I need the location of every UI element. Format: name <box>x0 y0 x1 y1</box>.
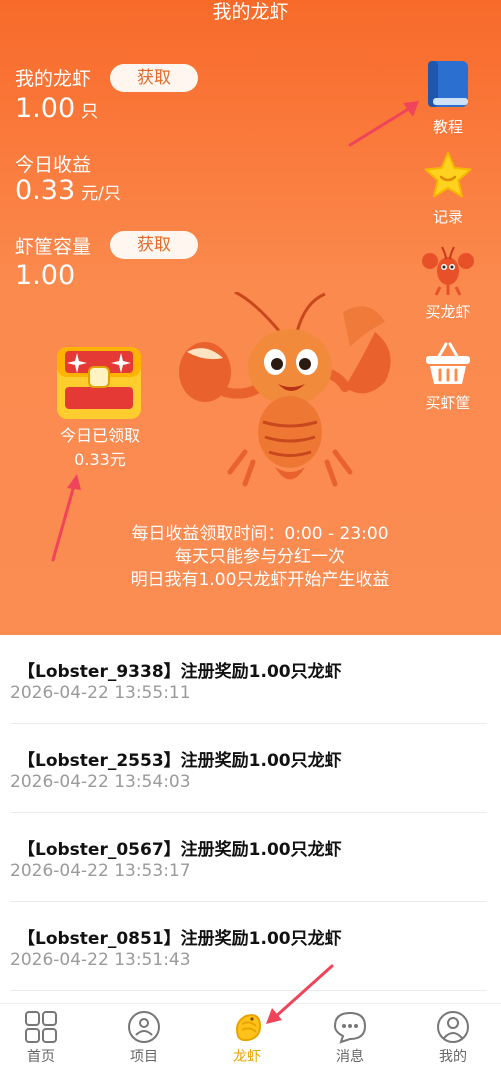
list-item-title: 【Lobster_2553】注册奖励1.00只龙虾 <box>18 751 342 771</box>
capacity-label: 虾筐容量 <box>15 236 92 258</box>
tutorial-button[interactable]: 教程 <box>418 58 478 137</box>
tab-home[interactable]: 首页 <box>6 1010 76 1066</box>
records-label: 记录 <box>432 208 463 226</box>
info-claim-time: 每日收益领取时间：0:00 - 23:00 <box>131 524 389 544</box>
get-basket-button[interactable]: 获取 <box>110 231 198 259</box>
buy-lobster-label: 买龙虾 <box>425 303 471 321</box>
annotation-arrow-tab <box>266 964 334 1024</box>
tab-projects[interactable]: 项目 <box>109 1010 179 1066</box>
list-item-title: 【Lobster_0851】注册奖励1.00只龙虾 <box>18 929 342 949</box>
list-item[interactable]: 【Lobster_2553】注册奖励1.00只龙虾 2026-04-22 13:… <box>10 724 487 813</box>
tab-mine[interactable]: 我的 <box>418 1010 488 1066</box>
list-item-time: 2026-04-22 13:53:17 <box>10 861 191 881</box>
get-lobster-button[interactable]: 获取 <box>110 64 198 92</box>
records-button[interactable]: 记录 <box>418 150 478 227</box>
page-title: 我的龙虾 <box>212 1 289 23</box>
list-item-time: 2026-04-22 13:54:03 <box>10 772 191 792</box>
capacity-value: 1.00 <box>15 260 76 291</box>
grid-icon <box>25 1011 57 1043</box>
list-item-title: 【Lobster_0567】注册奖励1.00只龙虾 <box>18 840 342 860</box>
today-income-value: 0.33 元/只 <box>15 175 121 206</box>
user-icon <box>437 1011 469 1043</box>
star-icon <box>424 152 472 198</box>
info-tomorrow: 明日我有1.00只龙虾开始产生收益 <box>130 570 390 590</box>
book-icon <box>428 61 468 107</box>
my-lobster-label: 我的龙虾 <box>15 68 92 90</box>
info-once-per-day: 每天只能参与分红一次 <box>175 547 345 567</box>
list-item-time: 2026-04-22 13:51:43 <box>10 950 191 970</box>
tab-mine-label: 我的 <box>439 1049 467 1065</box>
buy-basket-label: 买虾筐 <box>425 394 471 412</box>
claimed-today-text: 今日已领取 <box>59 426 140 445</box>
claimed-amount: 0.33元 <box>74 450 126 469</box>
shrimp-icon <box>236 1014 262 1042</box>
annotation-arrow-tutorial <box>348 101 419 147</box>
project-icon <box>128 1011 160 1043</box>
tab-home-label: 首页 <box>27 1049 55 1065</box>
lobster-mascot <box>179 292 391 487</box>
list-item[interactable]: 【Lobster_0851】注册奖励1.00只龙虾 2026-04-22 13:… <box>10 902 487 991</box>
tab-messages-label: 消息 <box>336 1049 364 1065</box>
tab-projects-label: 项目 <box>130 1049 158 1065</box>
treasure-chest-icon[interactable] <box>55 343 143 423</box>
my-lobster-value: 1.00 只 <box>15 93 99 124</box>
list-item[interactable]: 【Lobster_0567】注册奖励1.00只龙虾 2026-04-22 13:… <box>10 813 487 902</box>
tab-lobster-label: 龙虾 <box>233 1049 261 1065</box>
list-item[interactable]: 【Lobster_9338】注册奖励1.00只龙虾 2026-04-22 13:… <box>10 635 487 724</box>
basket-icon <box>426 342 470 384</box>
bottom-tab-bar: 首页 项目 龙虾 消息 我的 <box>0 964 501 1075</box>
today-income-label: 今日收益 <box>15 154 92 176</box>
hero-panel: 我的龙虾 我的龙虾 获取 1.00 只 今日收益 0.33 元/只 虾筐容量 获取 … <box>0 0 501 635</box>
list-item-title: 【Lobster_9338】注册奖励1.00只龙虾 <box>18 662 342 682</box>
list-item-time: 2026-04-22 13:55:11 <box>10 683 191 703</box>
chat-icon <box>333 1011 367 1044</box>
tutorial-label: 教程 <box>432 118 463 136</box>
buy-lobster-button[interactable]: 买龙虾 <box>418 243 478 322</box>
buy-basket-button[interactable]: 买虾筐 <box>418 338 478 413</box>
lobster-icon <box>422 246 474 296</box>
annotation-arrow-chest <box>51 474 81 562</box>
